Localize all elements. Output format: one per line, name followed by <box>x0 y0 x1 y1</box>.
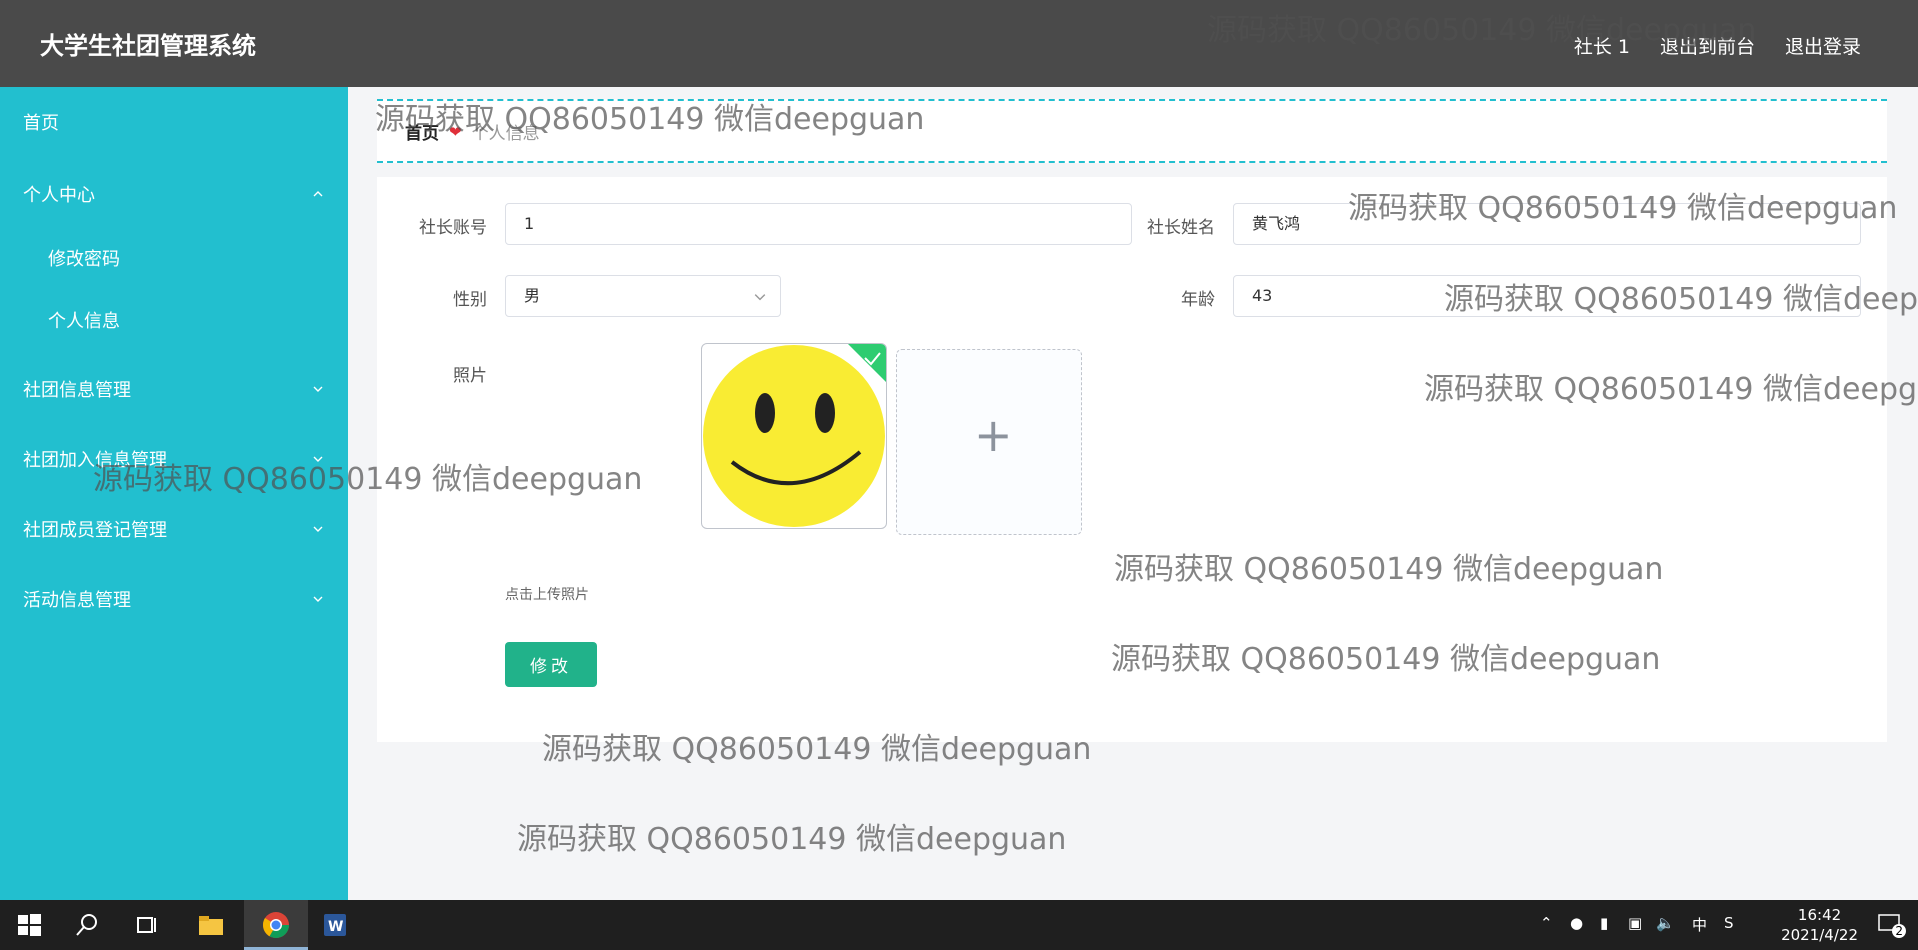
sidebar-item-label: 活动信息管理 <box>23 590 131 611</box>
account-label: 社长账号 <box>419 218 487 238</box>
name-field[interactable]: 黄飞鸿 <box>1233 203 1861 245</box>
system-clock[interactable]: 16:42 2021/4/22 <box>1781 905 1858 945</box>
volume-icon[interactable]: 🔈 <box>1656 914 1675 932</box>
chevron-down-icon <box>313 456 323 462</box>
profile-form: 社长账号 1 社长姓名 黄飞鸿 性别 男 年龄 43 照片 + 点击上传照片 修 <box>377 177 1887 742</box>
exit-to-front-link[interactable]: 退出到前台 <box>1660 32 1755 59</box>
plus-icon: + <box>974 408 1013 462</box>
chevron-down-icon <box>313 526 323 532</box>
ime-indicator[interactable]: 中 <box>1692 914 1707 935</box>
chevron-up-icon <box>313 191 323 197</box>
photo-label: 照片 <box>453 366 487 386</box>
gender-label: 性别 <box>453 290 487 310</box>
sidebar: 首页 个人中心 修改密码 个人信息 社团信息管理 社团加入信息管理 社团成员登记… <box>0 87 348 900</box>
sidebar-item-member-registration[interactable]: 社团成员登记管理 <box>23 514 323 544</box>
sidebar-item-label: 首页 <box>23 113 59 134</box>
sogou-ime-icon[interactable]: S <box>1724 914 1734 932</box>
battery-icon[interactable]: ▮ <box>1600 914 1608 932</box>
sidebar-item-club-info[interactable]: 社团信息管理 <box>23 374 323 404</box>
breadcrumb-bar: 首页 ❤ 个人信息 <box>377 99 1887 163</box>
app-title: 大学生社团管理系统 <box>40 32 256 60</box>
clock-date: 2021/4/22 <box>1781 926 1858 944</box>
windows-start-icon[interactable] <box>14 910 44 940</box>
top-bar: 大学生社团管理系统 社长 1 退出到前台 退出登录 <box>0 0 1918 87</box>
tray-expand-icon[interactable]: ⌃ <box>1540 914 1553 932</box>
breadcrumb-home[interactable]: 首页 <box>405 119 439 144</box>
sidebar-item-change-password[interactable]: 修改密码 <box>48 243 323 273</box>
file-explorer-icon[interactable] <box>196 910 226 940</box>
sidebar-item-label: 社团信息管理 <box>23 380 131 401</box>
windows-taskbar: W ⌃ ● ▮ ▣ 🔈 中 S 16:42 2021/4/22 2 <box>0 900 1918 950</box>
name-label: 社长姓名 <box>1147 218 1215 238</box>
svg-text:W: W <box>328 919 343 935</box>
gender-value: 男 <box>524 286 541 305</box>
sidebar-item-label: 社团成员登记管理 <box>23 520 167 541</box>
submit-button[interactable]: 修改 <box>505 642 597 687</box>
user-name-link[interactable]: 社长 1 <box>1574 32 1630 59</box>
account-field[interactable]: 1 <box>505 203 1132 245</box>
search-icon[interactable] <box>72 910 102 940</box>
gender-select[interactable]: 男 <box>505 275 781 317</box>
logout-link[interactable]: 退出登录 <box>1785 32 1861 59</box>
sidebar-item-label: 个人中心 <box>23 185 95 206</box>
photo-upload-button[interactable]: + <box>896 349 1082 535</box>
sidebar-item-activity-info[interactable]: 活动信息管理 <box>23 584 323 614</box>
age-label: 年龄 <box>1181 290 1215 310</box>
sidebar-item-club-join[interactable]: 社团加入信息管理 <box>23 444 323 474</box>
chevron-down-icon <box>313 386 323 392</box>
sidebar-item-home[interactable]: 首页 <box>23 107 323 137</box>
breadcrumb: 首页 ❤ 个人信息 <box>405 119 540 145</box>
action-center-icon[interactable]: 2 <box>1876 912 1906 938</box>
notification-count: 2 <box>1892 924 1906 938</box>
upload-hint: 点击上传照片 <box>505 587 589 603</box>
clock-time: 16:42 <box>1797 906 1842 924</box>
word-icon[interactable]: W <box>320 910 350 940</box>
task-view-icon[interactable] <box>132 910 162 940</box>
sidebar-item-label: 修改密码 <box>48 249 120 270</box>
network-icon[interactable]: ▣ <box>1628 914 1642 932</box>
top-links: 社长 1 退出到前台 退出登录 <box>1574 32 1861 59</box>
uploaded-photo[interactable] <box>701 343 887 529</box>
sidebar-item-personal-info[interactable]: 个人信息 <box>48 305 323 335</box>
sidebar-item-label: 社团加入信息管理 <box>23 450 167 471</box>
chevron-down-icon <box>754 294 766 301</box>
chevron-down-icon <box>313 596 323 602</box>
age-field[interactable]: 43 <box>1233 275 1861 317</box>
smiley-face-image <box>703 344 886 527</box>
sidebar-item-label: 个人信息 <box>48 311 120 332</box>
breadcrumb-current: 个人信息 <box>471 124 540 144</box>
main-content: 首页 ❤ 个人信息 社长账号 1 社长姓名 黄飞鸿 性别 男 年龄 43 照片 <box>348 87 1918 900</box>
chrome-taskbar-item[interactable] <box>244 900 308 950</box>
sidebar-item-personal-center[interactable]: 个人中心 <box>23 179 323 209</box>
heart-separator-icon: ❤ <box>449 122 462 141</box>
qq-tray-icon[interactable]: ● <box>1570 914 1583 932</box>
chrome-icon <box>262 912 290 939</box>
